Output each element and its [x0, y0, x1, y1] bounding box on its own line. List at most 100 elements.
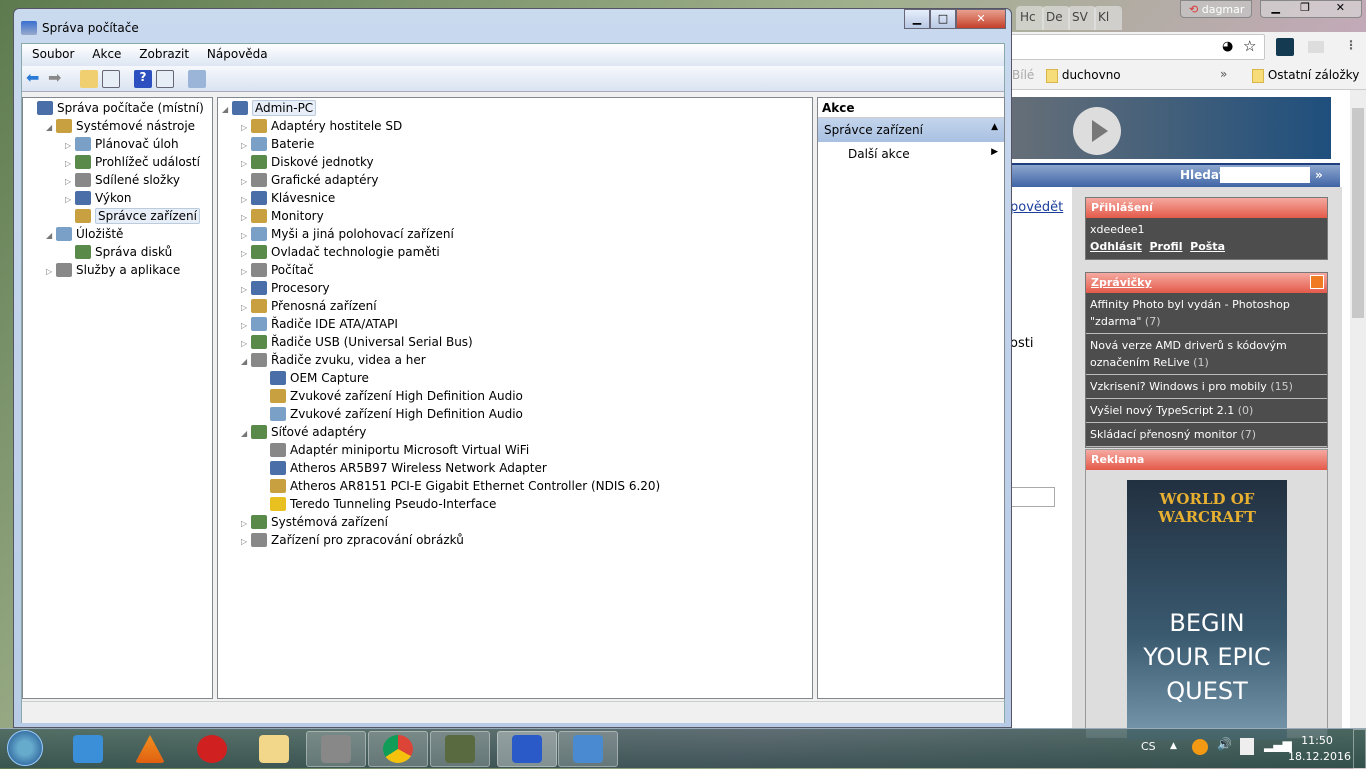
taskbar-vlc[interactable]: [120, 731, 180, 767]
close-button[interactable]: ✕: [956, 9, 1006, 29]
collapse-arrow-icon[interactable]: ◢: [46, 227, 56, 245]
taskbar-video-app[interactable]: [306, 731, 366, 767]
taskbar-chrome[interactable]: [368, 731, 428, 767]
expand-arrow-icon[interactable]: ▷: [241, 533, 251, 551]
tree-node[interactable]: ◢ Síťové adaptéry: [241, 423, 366, 441]
taskbar-photo-app[interactable]: [430, 731, 490, 767]
collapse-arrow-icon[interactable]: ◢: [222, 101, 232, 119]
profile-link[interactable]: Profil: [1150, 240, 1183, 253]
taskbar-alarm[interactable]: [182, 731, 242, 767]
tree-node[interactable]: Atheros AR8151 PCI-E Gigabit Ethernet Co…: [260, 477, 660, 495]
start-button[interactable]: [7, 730, 43, 766]
menu-action[interactable]: Akce: [92, 47, 121, 61]
page-link[interactable]: povědět: [1010, 200, 1063, 215]
show-hidden-icons[interactable]: ▲: [1170, 741, 1177, 751]
tree-node[interactable]: ▷ Řadiče USB (Universal Serial Bus): [241, 333, 473, 351]
tree-node[interactable]: ▷ Výkon: [65, 189, 131, 207]
tree-node[interactable]: ▷ Prohlížeč událostí: [65, 153, 200, 171]
tree-node[interactable]: Teredo Tunneling Pseudo-Interface: [260, 495, 496, 513]
other-bookmarks[interactable]: Ostatní záložky: [1252, 68, 1359, 83]
extension-icon[interactable]: [1276, 38, 1294, 56]
tree-node[interactable]: ▷ Myši a jiná polohovací zařízení: [241, 225, 454, 243]
tree-node[interactable]: ▷ Diskové jednotky: [241, 153, 374, 171]
avast-icon[interactable]: [1192, 739, 1208, 755]
tree-node[interactable]: ▷ Zařízení pro zpracování obrázků: [241, 531, 464, 549]
taskbar-media-player[interactable]: [58, 731, 118, 767]
show-hide-tree-icon[interactable]: [102, 70, 120, 88]
tree-node[interactable]: ▷ Řadiče IDE ATA/ATAPI: [241, 315, 398, 333]
tree-node[interactable]: ▷ Plánovač úloh: [65, 135, 179, 153]
menu-file[interactable]: Soubor: [32, 47, 74, 61]
tree-node[interactable]: ▷ Sdílené složky: [65, 171, 180, 189]
page-input[interactable]: [1010, 487, 1055, 507]
expand-arrow-icon[interactable]: ▷: [46, 263, 56, 281]
tree-node[interactable]: ▷ Monitory: [241, 207, 324, 225]
tree-node[interactable]: ◢ Systémové nástroje: [46, 117, 195, 135]
help-icon[interactable]: ?: [134, 70, 152, 88]
menu-view[interactable]: Zobrazit: [139, 47, 189, 61]
tree-node[interactable]: ▷ Přenosná zařízení: [241, 297, 377, 315]
news-item[interactable]: Nová verze AMD driverů s kódovým označen…: [1086, 334, 1327, 375]
back-icon[interactable]: ⬅: [26, 70, 44, 88]
browser-tab[interactable]: De: [1042, 6, 1070, 30]
tree-node[interactable]: ◢ Úložiště: [46, 225, 123, 243]
bookmark[interactable]: duchovno: [1046, 68, 1121, 83]
tree-node[interactable]: ▷ Grafické adaptéry: [241, 171, 379, 189]
tree-node[interactable]: ◢ Admin-PC: [222, 99, 317, 119]
news-item[interactable]: Vzkriseni? Windows i pro mobily (15): [1086, 375, 1327, 399]
tree-node[interactable]: ▷ Baterie: [241, 135, 314, 153]
tree-node[interactable]: ▷ Klávesnice: [241, 189, 335, 207]
logout-link[interactable]: Odhlásit: [1090, 240, 1142, 253]
show-hide-action-pane-icon[interactable]: [156, 70, 174, 88]
cookie-blocked-icon[interactable]: ◕: [1222, 39, 1233, 54]
minimize-icon[interactable]: ▁: [1261, 1, 1290, 17]
star-icon[interactable]: ☆: [1243, 37, 1256, 55]
tree-node[interactable]: ▷ Počítač: [241, 261, 314, 279]
actions-section[interactable]: Správce zařízení ▲: [818, 118, 1004, 142]
search-input[interactable]: [1220, 167, 1310, 183]
tree-node[interactable]: Zvukové zařízení High Definition Audio: [260, 405, 523, 423]
tree-node[interactable]: ◢ Řadiče zvuku, videa a her: [241, 351, 426, 369]
scan-hardware-icon[interactable]: [188, 70, 206, 88]
collapse-arrow-icon[interactable]: ◢: [46, 119, 56, 137]
forward-icon[interactable]: ➡: [48, 70, 66, 88]
profile-button[interactable]: ⟲ dagmar: [1180, 0, 1252, 18]
news-item[interactable]: Skládací přenosný monitor (7): [1086, 423, 1327, 447]
tree-node[interactable]: Adaptér miniportu Microsoft Virtual WiFi: [260, 441, 529, 459]
power-icon[interactable]: [1240, 738, 1254, 755]
tree-node[interactable]: ▷ Procesory: [241, 279, 330, 297]
extension-icon[interactable]: [1308, 41, 1324, 53]
up-folder-icon[interactable]: [80, 70, 98, 88]
browser-tab[interactable]: Hc: [1016, 6, 1044, 30]
taskbar-control-panel[interactable]: [558, 731, 618, 767]
tree-node[interactable]: OEM Capture: [260, 369, 369, 387]
news-title[interactable]: Zprávičky: [1091, 276, 1152, 289]
minimize-button[interactable]: ▁: [904, 9, 930, 29]
collapse-arrow-icon[interactable]: ◢: [241, 353, 251, 371]
restore-icon[interactable]: ❐: [1290, 1, 1319, 17]
tree-node[interactable]: ▷ Ovladač technologie paměti: [241, 243, 440, 261]
news-item[interactable]: Affinity Photo byl vydán - Photoshop "zd…: [1086, 293, 1327, 334]
browser-tab[interactable]: Kl: [1094, 6, 1122, 30]
menu-help[interactable]: Nápověda: [207, 47, 268, 61]
tree-node[interactable]: Atheros AR5B97 Wireless Network Adapter: [260, 459, 547, 477]
collapse-arrow-icon[interactable]: ◢: [241, 425, 251, 443]
bookmark[interactable]: Bílé: [1012, 68, 1034, 82]
play-icon[interactable]: [1073, 107, 1121, 155]
rss-icon[interactable]: [1310, 275, 1324, 289]
show-desktop-button[interactable]: [1353, 729, 1366, 769]
maximize-button[interactable]: □: [930, 9, 956, 29]
collapse-icon[interactable]: ▲: [991, 122, 998, 132]
tree-node[interactable]: Správa disků: [65, 243, 172, 261]
page-scrollbar[interactable]: [1350, 90, 1366, 728]
bookmarks-overflow[interactable]: »: [1220, 67, 1227, 81]
menu-icon[interactable]: ⋮: [1345, 38, 1357, 52]
taskbar-computer-management[interactable]: [497, 731, 557, 767]
ad-banner[interactable]: WORLD OF WARCRAFT BEGIN YOUR EPIC QUEST: [1127, 480, 1287, 740]
more-actions[interactable]: Další akce ▶: [818, 142, 1004, 164]
tree-node[interactable]: Správce zařízení: [65, 207, 200, 225]
close-icon[interactable]: ✕: [1320, 1, 1361, 17]
tree-node[interactable]: Správa počítače (místní): [27, 99, 204, 117]
clock[interactable]: 11:50 18.12.2016: [1288, 733, 1351, 765]
tree-node[interactable]: ▷ Adaptéry hostitele SD: [241, 117, 402, 135]
